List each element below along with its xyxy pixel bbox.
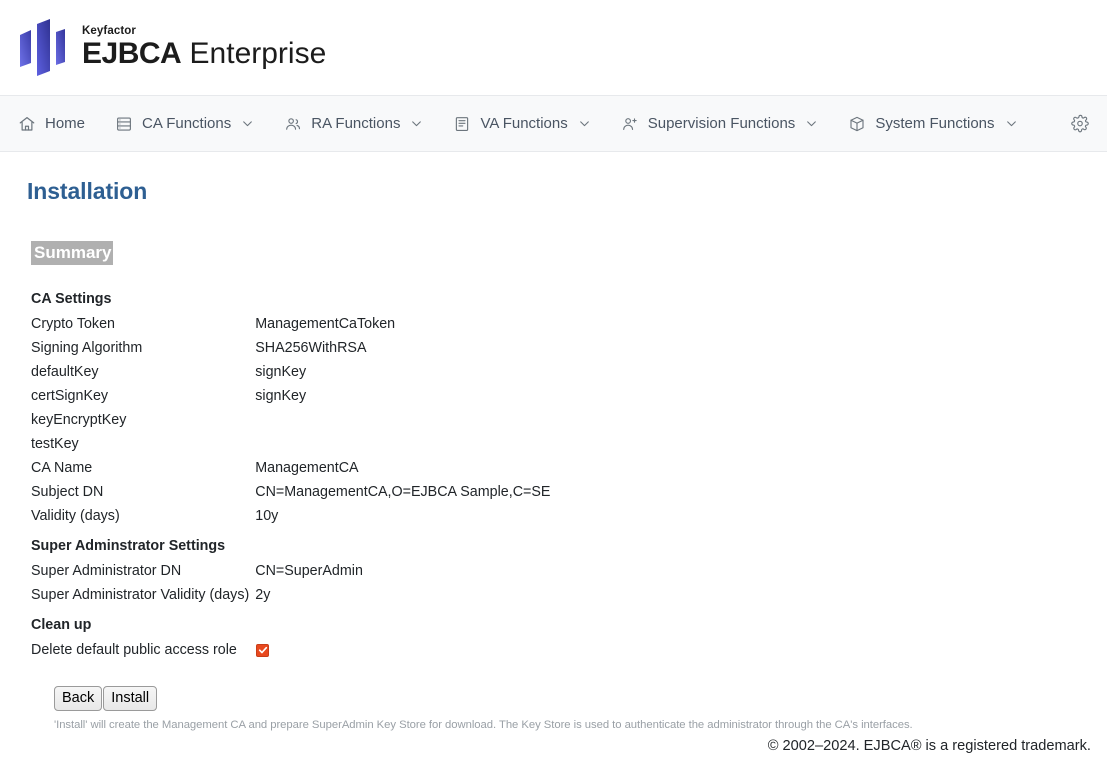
table-row: certSignKey signKey (31, 384, 550, 408)
row-label: Super Administrator DN (31, 559, 255, 583)
check-icon (258, 645, 268, 655)
nav-item-supervision-functions[interactable]: Supervision Functions (621, 115, 819, 133)
row-label: defaultKey (31, 360, 255, 384)
back-button[interactable]: Back (54, 686, 102, 711)
section-heading-clean-up-label: Clean up (31, 607, 550, 638)
row-value: ManagementCA (255, 456, 550, 480)
table-row: testKey (31, 432, 550, 456)
chevron-down-icon[interactable] (578, 117, 591, 130)
chevron-down-icon[interactable] (410, 117, 423, 130)
section-heading-super-admin-settings: Super Adminstrator Settings (31, 528, 550, 559)
chevron-down-icon[interactable] (805, 117, 818, 130)
row-value: 10y (255, 504, 550, 528)
section-heading-ca-settings: CA Settings (31, 281, 550, 312)
chevron-down-icon[interactable] (241, 117, 254, 130)
row-value: CN=SuperAdmin (255, 559, 550, 583)
gear-icon (1071, 115, 1089, 133)
brand-header: Keyfactor EJBCA Enterprise (0, 0, 1107, 96)
row-label: CA Name (31, 456, 255, 480)
server-icon (115, 115, 133, 133)
section-heading-clean-up: Clean up (31, 607, 550, 638)
row-label: testKey (31, 432, 255, 456)
table-row: Signing Algorithm SHA256WithRSA (31, 336, 550, 360)
cube-icon (848, 115, 866, 133)
brand-wordmark: Keyfactor EJBCA Enterprise (82, 26, 326, 70)
book-icon (453, 115, 471, 133)
main-navigation: Home CA Functions RA Functions VA Functi… (0, 96, 1107, 152)
install-helper-text: 'Install' will create the Management CA … (54, 719, 1107, 731)
table-row: Subject DN CN=ManagementCA,O=EJBCA Sampl… (31, 480, 550, 504)
nav-item-va-functions-label: VA Functions (480, 115, 567, 132)
nav-item-home[interactable]: Home (18, 115, 85, 133)
footer-copyright: © 2002–2024. EJBCA® is a registered trad… (768, 738, 1091, 754)
nav-item-home-label: Home (45, 115, 85, 132)
summary-heading-wrapper: Summary (27, 241, 1107, 281)
summary-heading: Summary (31, 241, 113, 265)
brand-keyfactor-text: Keyfactor (82, 26, 326, 38)
nav-item-ca-functions[interactable]: CA Functions (115, 115, 254, 133)
brand-product-text: EJBCA Enterprise (82, 39, 326, 69)
summary-settings-table: CA Settings Crypto Token ManagementCaTok… (31, 281, 550, 662)
nav-item-va-functions[interactable]: VA Functions (453, 115, 590, 133)
section-heading-ca-settings-label: CA Settings (31, 281, 550, 312)
nav-item-ra-functions-label: RA Functions (311, 115, 400, 132)
page-title: Installation (27, 178, 1107, 205)
row-value: signKey (255, 384, 550, 408)
row-value: SHA256WithRSA (255, 336, 550, 360)
users-icon (284, 115, 302, 133)
delete-public-access-role-cell (255, 638, 550, 662)
row-label: Validity (days) (31, 504, 255, 528)
row-label: certSignKey (31, 384, 255, 408)
user-add-icon (621, 115, 639, 133)
nav-item-ca-functions-label: CA Functions (142, 115, 231, 132)
delete-public-access-role-checkbox[interactable] (256, 644, 269, 657)
row-label: Super Administrator Validity (days) (31, 583, 255, 607)
row-value: 2y (255, 583, 550, 607)
row-value (255, 432, 550, 456)
row-value: ManagementCaToken (255, 312, 550, 336)
nav-item-system-functions[interactable]: System Functions (848, 115, 1017, 133)
row-value (255, 408, 550, 432)
row-label: Signing Algorithm (31, 336, 255, 360)
row-value: signKey (255, 360, 550, 384)
nav-item-ra-functions[interactable]: RA Functions (284, 115, 423, 133)
brand-product-light: Enterprise (181, 37, 326, 70)
nav-item-supervision-functions-label: Supervision Functions (648, 115, 796, 132)
row-label: Crypto Token (31, 312, 255, 336)
delete-public-access-role-label: Delete default public access role (31, 638, 255, 662)
row-value: CN=ManagementCA,O=EJBCA Sample,C=SE (255, 480, 550, 504)
section-heading-super-admin-settings-label: Super Adminstrator Settings (31, 528, 550, 559)
chevron-down-icon[interactable] (1005, 117, 1018, 130)
ejbca-logo-icon (18, 17, 68, 79)
table-row: CA Name ManagementCA (31, 456, 550, 480)
brand-product-bold: EJBCA (82, 37, 181, 70)
table-row: Validity (days) 10y (31, 504, 550, 528)
table-row: Super Administrator DN CN=SuperAdmin (31, 559, 550, 583)
nav-item-system-functions-label: System Functions (875, 115, 994, 132)
install-button[interactable]: Install (103, 686, 157, 711)
table-row: Crypto Token ManagementCaToken (31, 312, 550, 336)
table-row: keyEncryptKey (31, 408, 550, 432)
table-row: Delete default public access role (31, 638, 550, 662)
form-button-row: Back Install (54, 686, 1107, 711)
row-label: Subject DN (31, 480, 255, 504)
main-content: Installation Summary CA Settings Crypto … (0, 152, 1107, 731)
table-row: defaultKey signKey (31, 360, 550, 384)
row-label: keyEncryptKey (31, 408, 255, 432)
table-row: Super Administrator Validity (days) 2y (31, 583, 550, 607)
home-icon (18, 115, 36, 133)
nav-settings-button[interactable] (1071, 115, 1089, 133)
